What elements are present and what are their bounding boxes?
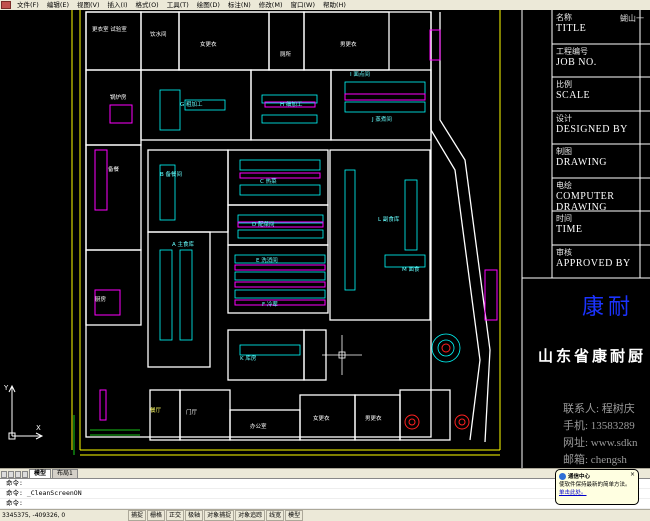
contact-website: 网址: www.sdkn (563, 437, 638, 449)
room-label: 男更衣 (365, 416, 382, 422)
title-block-value: TITLE (556, 23, 587, 34)
title-block-label: 名称 (556, 13, 572, 22)
room-label: H 细加工 (280, 102, 303, 108)
company-name: 山东省康耐厨 (538, 349, 647, 365)
room-label: E 洗消间 (256, 258, 278, 264)
menu-draw[interactable]: 绘图(D) (193, 0, 224, 10)
title-block-value: TIME (556, 224, 583, 235)
room-label: 厕所 (280, 52, 292, 58)
contact-person: 联系人: 程树庆 (563, 403, 635, 415)
tab-nav-prev[interactable] (8, 471, 14, 478)
room-label: 门厅 (186, 410, 198, 416)
balloon-title: 通信中心 (568, 474, 591, 480)
ucs-x-label: X (36, 424, 41, 432)
room-label: 男更衣 (340, 42, 357, 48)
title-block-label: 审核 (556, 248, 572, 257)
title-block-value: APPROVED BY (556, 258, 631, 269)
balloon-title-row: 通信中心 (559, 472, 635, 480)
room-label: 办公室 (250, 424, 267, 430)
lineweight-toggle[interactable]: 线宽 (266, 510, 285, 521)
room-label: D 配菜间 (252, 222, 275, 228)
command-line[interactable]: 命令: 命令: _CleanScreenON 命令: (0, 478, 650, 509)
room-label: L 副食库 (378, 217, 400, 223)
ucs-icon: Y X (4, 382, 44, 444)
company-logo-text: 康耐 (582, 294, 635, 319)
command-input[interactable]: 命令: (0, 499, 650, 509)
status-bar: 3345375, -409326, 0 捕捉 栅格 正交 极轴 对象捕捉 对象追… (0, 509, 650, 521)
tab-model[interactable]: 模型 (29, 469, 52, 478)
tab-layout1[interactable]: 布局1 (52, 469, 78, 478)
coordinate-readout: 3345375, -409326, 0 (2, 512, 66, 519)
title-block-top-note: 蝴山一 (620, 14, 644, 23)
menu-tools[interactable]: 工具(T) (163, 0, 193, 10)
title-block-value: SCALE (556, 90, 591, 101)
title-block-label: 工程编号 (556, 47, 588, 56)
room-label: M 面食 (402, 267, 420, 273)
ortho-toggle[interactable]: 正交 (166, 510, 185, 521)
communication-center-balloon: × 通信中心 使软件保持最新的简单方法。 单击此处。 (555, 469, 639, 505)
title-block: 蝴山一 名称 TITLE 工程编号 JOB NO. 比例 SCALE 设计 DE… (520, 10, 650, 278)
menu-help[interactable]: 帮助(H) (319, 0, 350, 10)
menu-file[interactable]: 文件(F) (13, 0, 43, 10)
title-block-value: DESIGNED BY (556, 124, 628, 135)
snap-toggle[interactable]: 捕捉 (128, 510, 147, 521)
room-label: 餐厅 (150, 408, 162, 414)
title-block-value: DRAWING (556, 157, 608, 168)
tab-nav-last[interactable] (22, 471, 28, 478)
room-label: 备餐 (108, 167, 120, 173)
command-history-line: 命令: (0, 479, 650, 489)
close-icon[interactable]: × (630, 471, 635, 478)
otrack-toggle[interactable]: 对象追踪 (235, 510, 266, 521)
title-block-label: 设计 (556, 114, 572, 123)
room-label: 锅炉房 (110, 95, 127, 101)
room-label: C 热菜 (260, 179, 277, 185)
balloon-link[interactable]: 单击此处。 (559, 488, 635, 496)
title-block-value: COMPUTER DRAWING (556, 191, 615, 213)
model-toggle[interactable]: 模型 (285, 510, 304, 521)
room-label: J 蒸煮间 (372, 117, 392, 123)
room-label: G 粗加工 (180, 102, 203, 108)
grid-toggle[interactable]: 栅格 (147, 510, 166, 521)
room-label: F 冷荤 (262, 302, 278, 308)
menu-modify[interactable]: 修改(M) (255, 0, 287, 10)
title-block-label: 电绘 (556, 181, 572, 190)
room-label: K 库房 (240, 356, 257, 362)
menu-edit[interactable]: 编辑(E) (43, 0, 73, 10)
title-block-label: 比例 (556, 80, 572, 89)
room-label: A 主食库 (172, 242, 195, 248)
menu-window[interactable]: 窗口(W) (286, 0, 319, 10)
info-icon (559, 472, 566, 480)
tab-nav-first[interactable] (1, 471, 7, 478)
room-label: 厨房 (95, 297, 107, 303)
menu-format[interactable]: 格式(O) (132, 0, 163, 10)
drawing-canvas[interactable]: 更衣室 试验室 饮水间 女更衣 厕所 男更衣 锅炉房 G 粗加工 H 细加工 I… (0, 10, 650, 468)
room-label: I 面点间 (350, 72, 370, 78)
menu-view[interactable]: 视图(V) (73, 0, 104, 10)
menu-insert[interactable]: 插入(I) (104, 0, 132, 10)
contact-email: 邮箱: chengsh (563, 454, 627, 466)
contact-phone: 手机: 13583289 (563, 420, 635, 432)
room-label: 女更衣 (313, 416, 330, 422)
title-block-label: 制图 (556, 147, 572, 156)
osnap-toggle[interactable]: 对象捕捉 (204, 510, 235, 521)
title-block-value: JOB NO. (556, 57, 597, 68)
title-block-label: 时间 (556, 214, 572, 223)
room-label: B 备餐间 (160, 172, 183, 178)
app-icon[interactable] (1, 1, 11, 9)
layout-tabs: 模型 布局1 (0, 468, 650, 478)
room-label: 女更衣 (200, 42, 217, 48)
room-label: 饮水间 (150, 32, 167, 38)
balloon-body: 使软件保持最新的简单方法。 (559, 482, 631, 488)
ucs-y-label: Y (4, 384, 9, 392)
room-label: 更衣室 试验室 (92, 27, 127, 33)
tab-nav-next[interactable] (15, 471, 21, 478)
command-history-line: 命令: _CleanScreenON (0, 489, 650, 499)
polar-toggle[interactable]: 极轴 (185, 510, 204, 521)
menu-dimension[interactable]: 标注(N) (224, 0, 255, 10)
